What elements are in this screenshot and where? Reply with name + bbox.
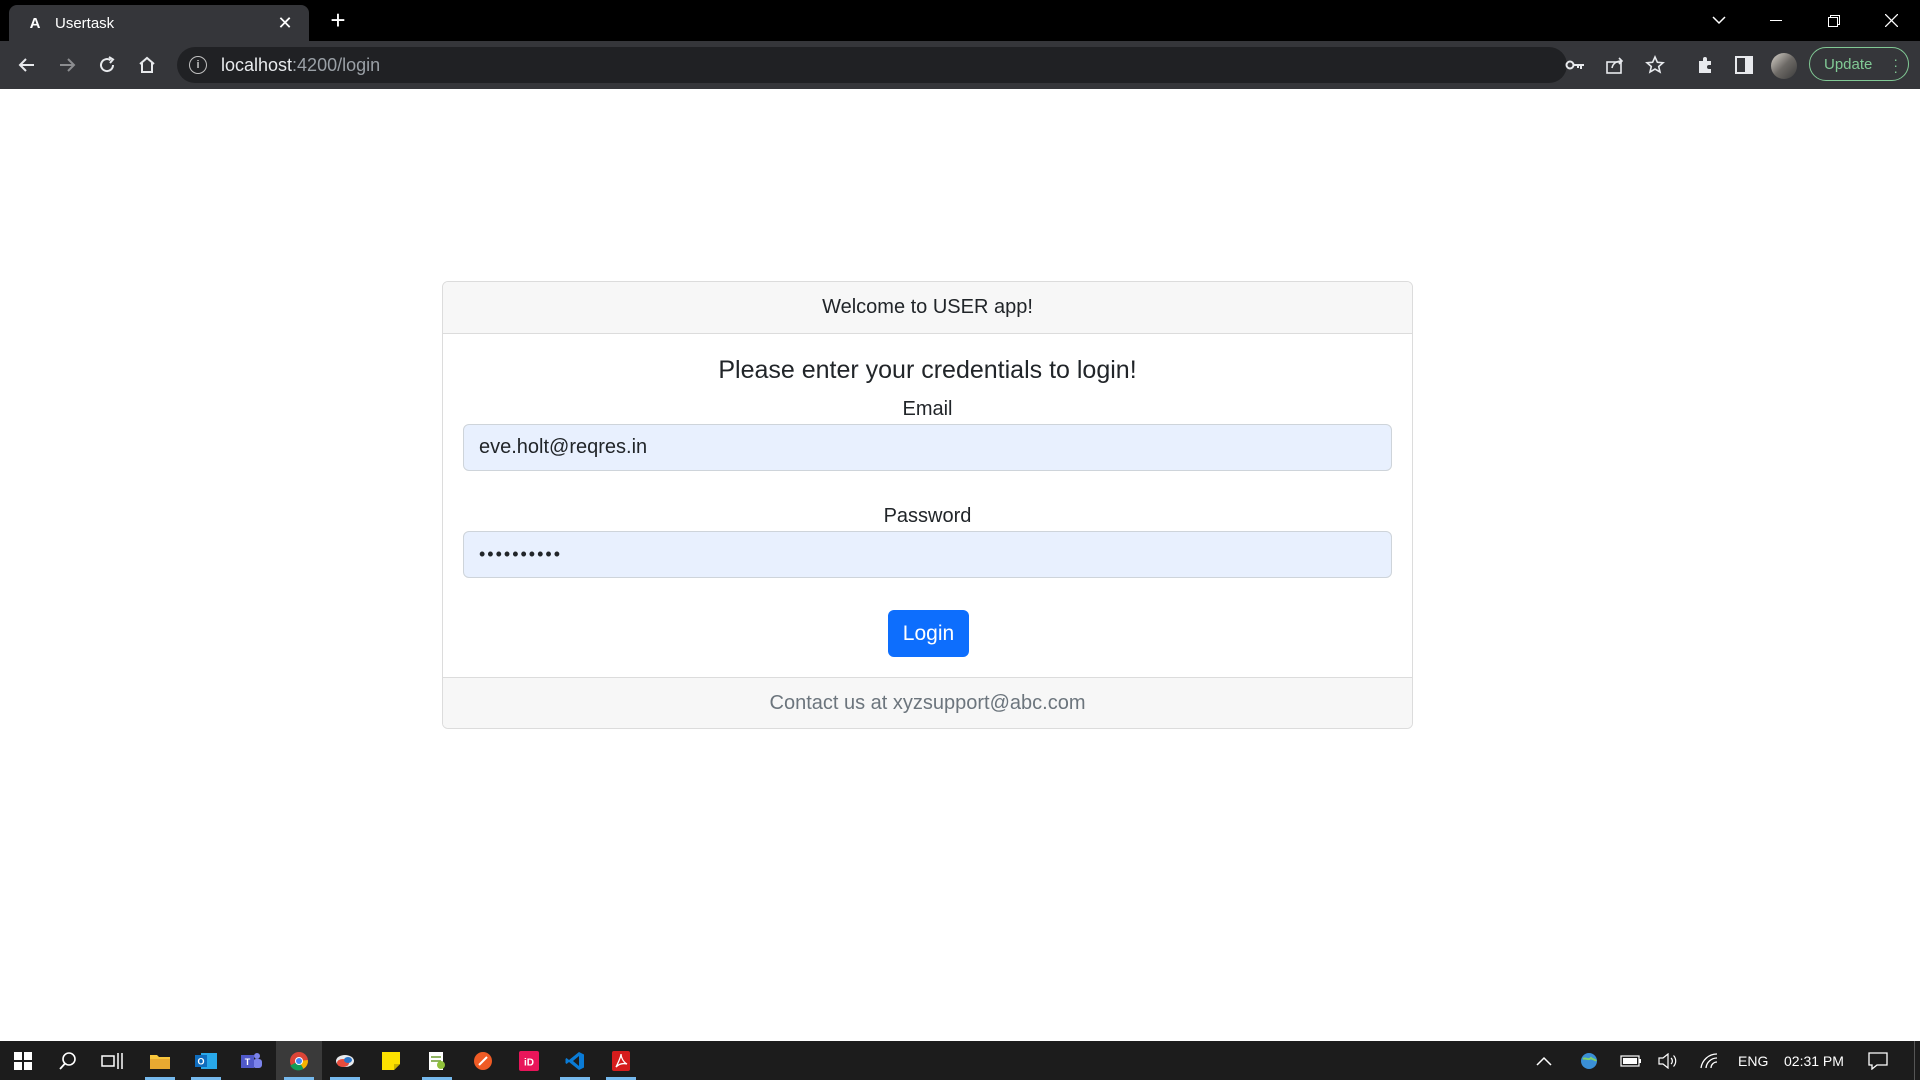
menu-dots-icon: · · · [1893,51,1898,79]
windows-start-icon[interactable] [0,1041,46,1080]
new-tab-button[interactable]: + [325,7,351,34]
back-button[interactable] [12,50,42,80]
browser-tabstrip: A Usertask ✕ + [0,0,1920,41]
task-view-icon[interactable] [89,1041,135,1080]
site-info-icon[interactable]: i [189,56,207,74]
profile-avatar[interactable] [1771,53,1797,79]
acrobat-icon[interactable] [598,1041,644,1080]
svg-text:iD: iD [524,1057,534,1068]
close-tab-icon[interactable]: ✕ [275,13,295,34]
login-button[interactable]: Login [888,610,969,657]
volume-icon[interactable] [1658,1041,1680,1080]
password-input[interactable]: •••••••••• [463,531,1392,578]
clock[interactable]: 02:31 PM [1784,1041,1844,1080]
password-key-icon[interactable] [1560,50,1590,80]
teams-icon[interactable]: T [229,1041,275,1080]
update-label: Update [1824,55,1873,73]
bookmark-star-icon[interactable] [1640,50,1670,80]
login-card: Welcome to USER app! Please enter your c… [442,281,1413,729]
angular-logo-icon: A [29,14,41,32]
svg-text:T: T [245,1057,251,1067]
svg-text:O: O [197,1056,204,1066]
forward-button[interactable] [52,50,82,80]
tab-search-icon[interactable] [1690,0,1748,41]
network-globe-icon[interactable] [1580,1041,1598,1080]
chrome-icon[interactable] [276,1041,322,1080]
cloud-app-icon[interactable] [322,1041,368,1080]
search-icon[interactable] [45,1041,91,1080]
browser-toolbar: i localhost:4200/login Update · · · [0,41,1920,89]
browser-tab[interactable]: A Usertask ✕ [9,5,309,41]
restore-button[interactable] [1805,0,1863,41]
url-host: localhost [221,54,293,75]
tab-title: Usertask [55,14,115,32]
home-button[interactable] [132,50,162,80]
password-label: Password [883,505,972,527]
card-body: Please enter your credentials to login! … [443,334,1412,677]
update-button[interactable]: Update · · · [1809,47,1909,81]
email-label: Email [902,398,953,420]
login-heading: Please enter your credentials to login! [718,356,1137,384]
extensions-icon[interactable] [1690,50,1720,80]
vscode-icon[interactable] [552,1041,598,1080]
share-icon[interactable] [1600,50,1630,80]
reload-button[interactable] [92,50,122,80]
wifi-icon[interactable] [1700,1041,1718,1080]
notepad-plus-icon[interactable] [414,1041,460,1080]
file-explorer-icon[interactable] [137,1041,183,1080]
notifications-icon[interactable] [1868,1041,1888,1080]
indesign-icon[interactable]: iD [506,1041,552,1080]
windows-taskbar: O T iD ENG 02:31 PM [0,1041,1920,1080]
battery-icon[interactable] [1620,1041,1642,1080]
card-footer: Contact us at xyzsupport@abc.com [443,677,1412,728]
show-desktop-divider[interactable] [1914,1041,1915,1080]
minimize-button[interactable] [1747,0,1805,41]
postman-icon[interactable] [460,1041,506,1080]
show-hidden-icons[interactable] [1536,1041,1552,1080]
sticky-notes-icon[interactable] [368,1041,414,1080]
email-input[interactable]: eve.holt@reqres.in [463,424,1392,471]
language-indicator[interactable]: ENG [1738,1041,1768,1080]
address-bar[interactable]: i localhost:4200/login [177,47,1567,83]
card-header: Welcome to USER app! [443,282,1412,334]
outlook-icon[interactable]: O [183,1041,229,1080]
url-path: :4200/login [292,54,381,75]
close-window-button[interactable] [1862,0,1920,41]
side-panel-icon[interactable] [1729,50,1759,80]
